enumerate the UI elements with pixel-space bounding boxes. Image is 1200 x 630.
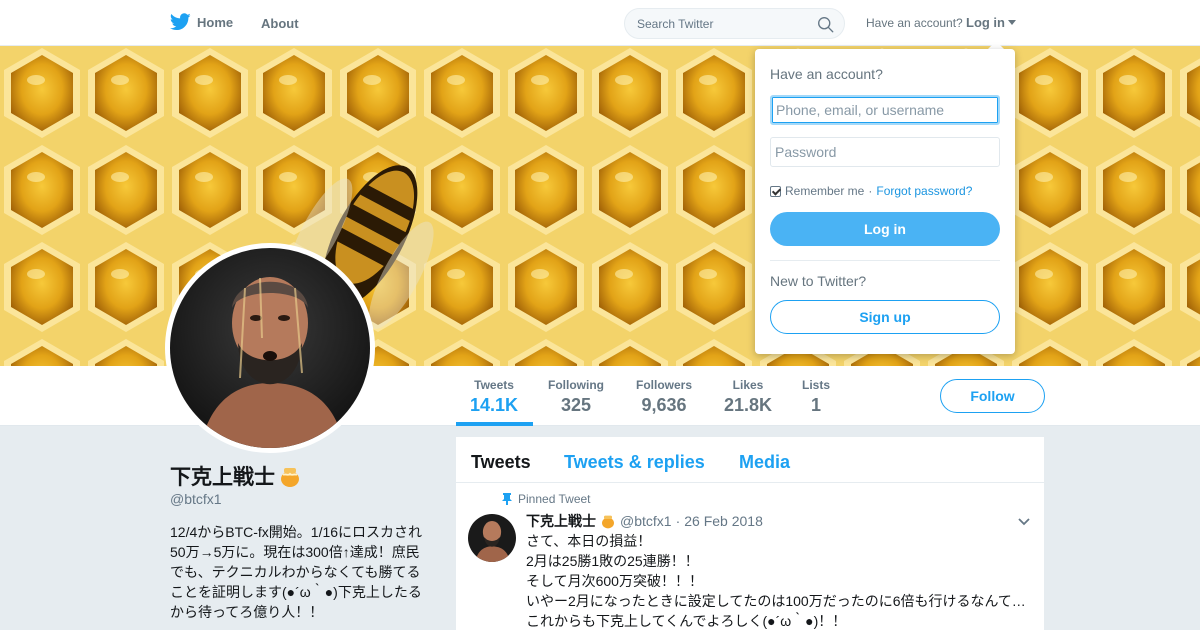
tweet-separator: · [675, 513, 681, 529]
stat-value: 1 [811, 395, 822, 415]
timeline-tabs: Tweets Tweets & replies Media [456, 437, 1044, 483]
nav-about-link[interactable]: About [261, 16, 299, 31]
stat-value: 325 [560, 395, 592, 415]
stat-label: Likes [732, 378, 764, 392]
profile-bio: 12/4からBTC-fx開始。1/16にロスカされ 50万→5万に。現在は300… [170, 522, 432, 622]
profile-name[interactable]: 下克上戦士 [170, 461, 302, 491]
tweet-author-name[interactable]: 下克上戦士 [526, 511, 596, 531]
login-dropdown-toggle[interactable]: Log in [966, 15, 1016, 30]
remember-me-row: Remember me · Forgot password? [770, 184, 972, 198]
search-box[interactable] [624, 8, 845, 39]
pinned-tweet-label: Pinned Tweet [502, 492, 591, 506]
avatar-image [170, 248, 370, 448]
stat-label: Lists [802, 378, 831, 392]
top-navigation-bar: Home About Have an account? Log in [0, 0, 1200, 46]
follow-button[interactable]: Follow [940, 379, 1045, 413]
tweet-date[interactable]: 26 Feb 2018 [684, 513, 763, 529]
tweet-line: いやー2月になったときに設定してたのは100万だったのに6倍も行けるなんて… [526, 593, 1026, 609]
remember-me-label[interactable]: Remember me [785, 184, 864, 198]
stat-value: 9,636 [641, 395, 687, 415]
forgot-password-link[interactable]: Forgot password? [876, 184, 972, 198]
stat-following[interactable]: Following 325 [548, 378, 604, 416]
login-dropdown: Have an account? Remember me · Forgot pa… [755, 49, 1015, 354]
stat-label: Followers [636, 378, 693, 392]
stat-lists[interactable]: Lists 1 [802, 378, 830, 416]
active-stat-indicator [456, 422, 533, 426]
tweet-text: さて、本日の損益！ 2月は25勝1敗の25連勝！！ そして月次600万突破！！！… [526, 531, 1032, 630]
remember-separator: · [868, 184, 873, 198]
bio-line: ことを証明します(●´ω｀●)下克上したる [170, 584, 422, 600]
chevron-down-icon[interactable] [1017, 515, 1031, 529]
pin-icon [502, 493, 512, 505]
bio-line: でも、テクニカルわからなくても勝てる [170, 564, 421, 580]
tab-tweets[interactable]: Tweets [471, 452, 531, 473]
tweet-avatar[interactable] [468, 514, 516, 562]
tab-media[interactable]: Media [739, 452, 790, 473]
tweet-line: さて、本日の損益！ [526, 533, 652, 549]
pinned-text: Pinned Tweet [518, 492, 591, 506]
stat-label: Following [548, 378, 604, 392]
caret-down-icon [1008, 20, 1016, 25]
dropdown-heading: Have an account? [770, 66, 883, 82]
password-field[interactable] [770, 137, 1000, 167]
signup-button[interactable]: Sign up [770, 300, 1000, 334]
tweet-line: そして月次600万突破！！！ [526, 573, 703, 589]
stat-value: 14.1K [470, 395, 519, 415]
honey-pot-icon [281, 468, 299, 487]
tab-tweets-and-replies[interactable]: Tweets & replies [564, 452, 705, 473]
remember-me-checkbox[interactable] [770, 185, 781, 197]
stat-tweets[interactable]: Tweets 14.1K [470, 378, 518, 416]
bio-line: から待ってろ億り人！！ [170, 604, 324, 620]
new-to-twitter-text: New to Twitter? [770, 273, 867, 289]
profile-name-text: 下克上戦士 [170, 466, 275, 489]
tweet-author-handle[interactable]: @btcfx1 [620, 513, 672, 529]
timeline: Tweets Tweets & replies Media Pinned Twe… [456, 437, 1044, 630]
login-toggle-label: Log in [966, 15, 1005, 30]
tweet-header: 下克上戦士 @btcfx1 · 26 Feb 2018 [526, 511, 763, 531]
twitter-bird-icon [170, 13, 191, 31]
search-icon[interactable] [817, 16, 834, 33]
stat-followers[interactable]: Followers 9,636 [636, 378, 692, 416]
username-field[interactable] [770, 95, 1000, 125]
stat-likes[interactable]: Likes 21.8K [724, 378, 772, 416]
bio-line: 50万→5万に。現在は300倍↑達成！庶民 [170, 544, 420, 560]
login-button[interactable]: Log in [770, 212, 1000, 246]
tweet-line: これからも下克上してくんでよろしく(●´ω｀●)！！ [526, 613, 847, 629]
nav-home-link[interactable]: Home [170, 13, 233, 31]
honey-pot-icon [602, 515, 614, 529]
stat-value: 21.8K [724, 395, 773, 415]
profile-avatar[interactable] [165, 243, 375, 453]
search-input[interactable] [637, 17, 807, 31]
profile-handle[interactable]: @btcfx1 [170, 491, 222, 507]
stat-label: Tweets [474, 378, 514, 392]
dropdown-divider [770, 260, 1000, 261]
bio-line: 12/4からBTC-fx開始。1/16にロスカされ [170, 524, 423, 540]
dropdown-arrow [988, 41, 1004, 49]
nav-home-label: Home [197, 14, 234, 30]
tweet-line: 2月は25勝1敗の25連勝！！ [526, 553, 699, 569]
have-account-text: Have an account? [866, 16, 963, 30]
